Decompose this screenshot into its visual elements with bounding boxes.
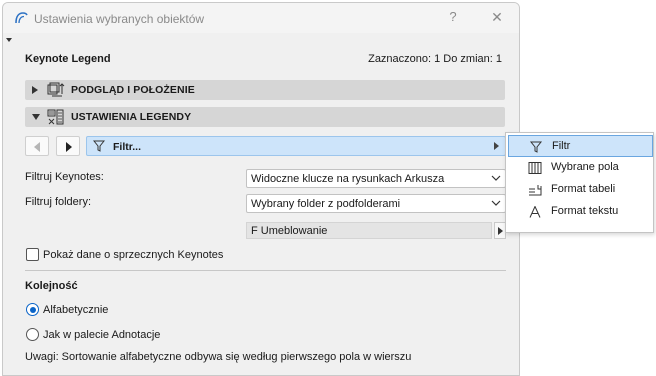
collapse-arrow-icon [32,114,40,120]
funnel-icon [93,140,105,152]
divider [25,270,506,271]
selection-status: Zaznaczono: 1 Do zmian: 1 [368,53,502,65]
show-conflicts-label[interactable]: Pokaż dane o sprzecznych Keynotes [43,249,223,261]
window-title: Ustawienia wybranych obiektów [34,12,205,26]
sort-palette-radio[interactable] [26,328,39,341]
settings-dialog: Ustawienia wybranych obiektów ? ✕ Keynot… [2,2,520,376]
columns-icon [528,162,542,174]
sort-order-title: Kolejność [25,280,78,292]
sort-alphabetical-radio[interactable] [26,303,39,316]
menu-item-label: Filtr [552,140,571,152]
title-bar[interactable]: Ustawienia wybranych obiektów ? ✕ [3,3,519,33]
play-arrow-icon [498,227,503,235]
filter-folders-value: Wybrany folder z podfolderami [251,198,401,210]
show-conflicts-checkbox[interactable] [26,248,39,261]
menu-item-label: Format tabeli [551,183,616,195]
menu-item-label: Format tekstu [551,205,619,217]
section-label: PODGLĄD I POŁOŻENIE [71,84,195,96]
filter-keynotes-value: Widoczne klucze na rysunkach Arkusza [251,173,445,185]
menu-item-table-format[interactable]: Format tabeli [508,179,653,201]
funnel-icon [529,141,543,153]
archicad-logo-icon [15,12,28,24]
filter-folders-select[interactable]: Wybrany folder z podfolderami [246,194,506,213]
next-panel-button[interactable] [56,136,80,156]
next-arrow-icon [66,142,72,152]
filter-keynotes-select[interactable]: Widoczne klucze na rysunkach Arkusza [246,169,506,188]
menu-item-selected-fields[interactable]: Wybrane pola [508,157,653,179]
legend-settings-icon [47,109,64,125]
preview-placement-icon [47,82,65,97]
menu-item-label: Wybrane pola [551,161,619,173]
corner-arrow-icon [6,38,12,42]
section-legend-settings[interactable]: USTAWIENIA LEGENDY [25,107,505,127]
text-format-icon [529,206,541,218]
chevron-down-icon [491,200,501,206]
sort-palette-label[interactable]: Jak w palecie Adnotacje [43,329,160,341]
filter-keynotes-label: Filtruj Keynotes: [25,171,104,183]
panel-selector-dropdown[interactable]: Filtr... [86,136,506,156]
object-type-label: Keynote Legend [25,53,111,65]
previous-panel-button[interactable] [25,136,49,156]
dropdown-arrow-icon [494,142,499,150]
menu-item-filter[interactable]: Filtr [508,135,653,157]
chevron-down-icon [491,175,501,181]
section-preview-placement[interactable]: PODGLĄD I POŁOŻENIE [25,80,505,100]
expand-arrow-icon [32,86,38,94]
menu-item-text-format[interactable]: Format tekstu [508,201,653,223]
selected-folder-value: F Umeblowanie [251,225,328,237]
sort-note: Uwagi: Sortowanie alfabetyczne odbywa si… [25,351,412,363]
panel-popup-menu: Filtr Wybrane pola Format tabeli Format … [505,132,654,233]
close-button[interactable]: ✕ [487,9,507,27]
panel-selector-label: Filtr... [113,141,142,153]
selected-folder-field: F Umeblowanie [246,222,492,239]
filter-folders-label: Filtruj foldery: [25,196,92,208]
sort-alphabetical-label[interactable]: Alfabetycznie [43,304,108,316]
section-label: USTAWIENIA LEGENDY [71,111,192,123]
table-format-icon [529,185,542,196]
previous-arrow-icon [34,142,40,152]
help-button[interactable]: ? [443,9,463,27]
